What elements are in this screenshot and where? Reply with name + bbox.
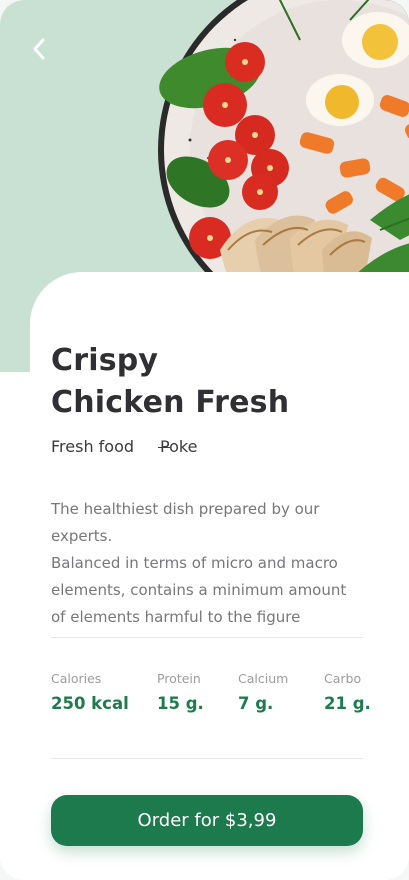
nutrition-carbo: Carbo 21 g.: [324, 671, 371, 713]
divider-bottom: [51, 758, 363, 759]
description-line: elements, contains a minimum amount: [51, 581, 347, 599]
description-line: Balanced in terms of micro and macro: [51, 554, 338, 572]
nutrition-value: 250 kcal: [51, 694, 129, 713]
nutrition-label: Calcium: [238, 671, 289, 686]
tag-fresh-food[interactable]: Fresh food: [51, 437, 134, 456]
tags-row: Fresh food Poke: [51, 437, 197, 456]
nutrition-value: 15 g.: [157, 694, 204, 713]
nutrition-value: 21 g.: [324, 694, 371, 713]
nutrition-value: 7 g.: [238, 694, 274, 713]
nutrition-label: Protein: [157, 671, 201, 686]
product-description: The healthiest dish prepared by our expe…: [51, 496, 371, 631]
tag-poke[interactable]: Poke: [158, 437, 197, 456]
divider-top: [51, 637, 363, 638]
description-line: The healthiest dish prepared by our expe…: [51, 500, 320, 545]
product-screen: Crispy Chicken Fresh Fresh food Poke The…: [0, 0, 409, 880]
nutrition-row: Calories 250 kcal Protein 15 g. Calcium …: [51, 671, 371, 721]
product-title: Crispy Chicken Fresh: [51, 340, 351, 424]
nutrition-label: Calories: [51, 671, 102, 686]
nutrition-label: Carbo: [324, 671, 362, 686]
nutrition-calcium: Calcium 7 g.: [238, 671, 288, 713]
title-line-2: Chicken Fresh: [51, 385, 290, 420]
nutrition-calories: Calories 250 kcal: [51, 671, 129, 713]
chevron-left-icon: [33, 38, 45, 60]
order-button[interactable]: Order for $3,99: [51, 795, 363, 846]
back-button[interactable]: [24, 32, 54, 66]
nutrition-protein: Protein 15 g.: [157, 671, 204, 713]
title-line-1: Crispy: [51, 343, 159, 378]
description-line: of elements harmful to the figure: [51, 608, 301, 626]
